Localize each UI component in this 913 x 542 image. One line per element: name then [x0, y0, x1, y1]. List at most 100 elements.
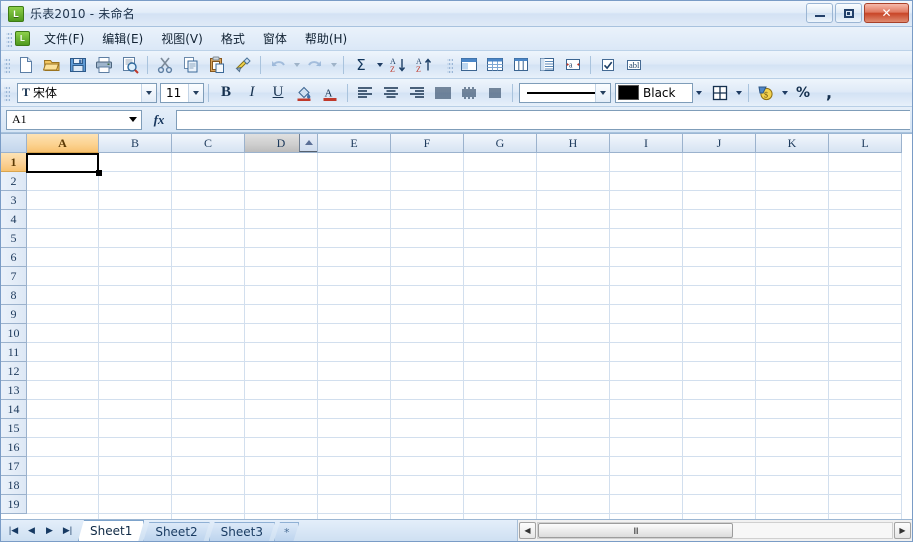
undo-dropdown-icon[interactable]	[291, 53, 302, 76]
checkbox-control-icon[interactable]	[596, 53, 620, 76]
cell-I10[interactable]	[610, 324, 683, 343]
cell-D15[interactable]	[245, 419, 318, 438]
row-header-16[interactable]: 16	[1, 438, 27, 457]
cell-B17[interactable]	[99, 457, 172, 476]
cell-C16[interactable]	[172, 438, 245, 457]
cell-K14[interactable]	[756, 400, 829, 419]
redo-icon[interactable]	[303, 53, 327, 76]
cell-J4[interactable]	[683, 210, 756, 229]
font-size-combo[interactable]: 11	[160, 82, 204, 103]
distribute-vertical-icon[interactable]	[483, 81, 507, 104]
cell-E9[interactable]	[318, 305, 391, 324]
cell-Dundefined[interactable]	[245, 514, 318, 519]
italic-button[interactable]: I	[240, 81, 264, 104]
row-header-14[interactable]: 14	[1, 400, 27, 419]
column-header-F[interactable]: F	[391, 134, 464, 153]
row-header-12[interactable]: 12	[1, 362, 27, 381]
cell-I2[interactable]	[610, 172, 683, 191]
cell-K18[interactable]	[756, 476, 829, 495]
cell-B15[interactable]	[99, 419, 172, 438]
cell-F4[interactable]	[391, 210, 464, 229]
cell-Cundefined[interactable]	[172, 514, 245, 519]
cell-G15[interactable]	[464, 419, 537, 438]
cell-A1[interactable]	[27, 153, 99, 172]
row-header-3[interactable]: 3	[1, 191, 27, 210]
fill-handle[interactable]	[96, 170, 102, 176]
cell-K15[interactable]	[756, 419, 829, 438]
new-sheet-tab[interactable]: *	[274, 522, 300, 541]
cell-I5[interactable]	[610, 229, 683, 248]
copy-icon[interactable]	[179, 53, 203, 76]
cell-F12[interactable]	[391, 362, 464, 381]
cell-H5[interactable]	[537, 229, 610, 248]
cell-G19[interactable]	[464, 495, 537, 514]
cell-G6[interactable]	[464, 248, 537, 267]
cell-A6[interactable]	[27, 248, 99, 267]
format-painter-icon[interactable]	[231, 53, 255, 76]
last-sheet-button[interactable]: ▶|	[59, 522, 76, 540]
standard-toolbar-grip[interactable]	[4, 56, 10, 73]
cell-D13[interactable]	[245, 381, 318, 400]
cell-B13[interactable]	[99, 381, 172, 400]
cell-K13[interactable]	[756, 381, 829, 400]
cell-J6[interactable]	[683, 248, 756, 267]
cell-I15[interactable]	[610, 419, 683, 438]
cell-I17[interactable]	[610, 457, 683, 476]
cell-E10[interactable]	[318, 324, 391, 343]
cell-K10[interactable]	[756, 324, 829, 343]
cell-J7[interactable]	[683, 267, 756, 286]
currency-icon[interactable]: $	[754, 81, 778, 104]
undo-icon[interactable]	[266, 53, 290, 76]
cell-G5[interactable]	[464, 229, 537, 248]
cell-B6[interactable]	[99, 248, 172, 267]
cell-H10[interactable]	[537, 324, 610, 343]
font-name-dropdown-icon[interactable]	[141, 83, 156, 102]
cell-E15[interactable]	[318, 419, 391, 438]
cell-E3[interactable]	[318, 191, 391, 210]
cell-I11[interactable]	[610, 343, 683, 362]
cell-L16[interactable]	[829, 438, 902, 457]
row-header-10[interactable]: 10	[1, 324, 27, 343]
cell-A4[interactable]	[27, 210, 99, 229]
column-header-I[interactable]: I	[610, 134, 683, 153]
cell-B7[interactable]	[99, 267, 172, 286]
cell-E4[interactable]	[318, 210, 391, 229]
cell-D18[interactable]	[245, 476, 318, 495]
cell-D4[interactable]	[245, 210, 318, 229]
menu-form[interactable]: 窗体	[254, 27, 296, 50]
column-header-L[interactable]: L	[829, 134, 902, 153]
cell-H2[interactable]	[537, 172, 610, 191]
cell-L6[interactable]	[829, 248, 902, 267]
freeze-panes-icon[interactable]	[457, 53, 481, 76]
cell-D14[interactable]	[245, 400, 318, 419]
cell-B10[interactable]	[99, 324, 172, 343]
cell-H14[interactable]	[537, 400, 610, 419]
cell-B12[interactable]	[99, 362, 172, 381]
cell-J13[interactable]	[683, 381, 756, 400]
cell-Eundefined[interactable]	[318, 514, 391, 519]
print-preview-icon[interactable]	[118, 53, 142, 76]
cell-K16[interactable]	[756, 438, 829, 457]
borders-dropdown-icon[interactable]	[733, 81, 744, 104]
cell-Jundefined[interactable]	[683, 514, 756, 519]
cell-G8[interactable]	[464, 286, 537, 305]
font-name-combo[interactable]: T 宋体	[17, 82, 157, 103]
cell-I16[interactable]	[610, 438, 683, 457]
name-box-dropdown-icon[interactable]	[125, 117, 141, 122]
cell-area[interactable]	[26, 153, 912, 519]
menu-help[interactable]: 帮助(H)	[296, 27, 356, 50]
cell-E13[interactable]	[318, 381, 391, 400]
cell-C3[interactable]	[172, 191, 245, 210]
cell-A8[interactable]	[27, 286, 99, 305]
cell-Kundefined[interactable]	[756, 514, 829, 519]
cell-A17[interactable]	[27, 457, 99, 476]
select-all-corner[interactable]	[1, 134, 27, 153]
insert-field-icon[interactable]: a	[561, 53, 585, 76]
cell-G16[interactable]	[464, 438, 537, 457]
cell-J8[interactable]	[683, 286, 756, 305]
cell-L2[interactable]	[829, 172, 902, 191]
cell-F7[interactable]	[391, 267, 464, 286]
row-header-6[interactable]: 6	[1, 248, 27, 267]
split-handle-button[interactable]	[299, 134, 317, 152]
paste-icon[interactable]	[205, 53, 229, 76]
